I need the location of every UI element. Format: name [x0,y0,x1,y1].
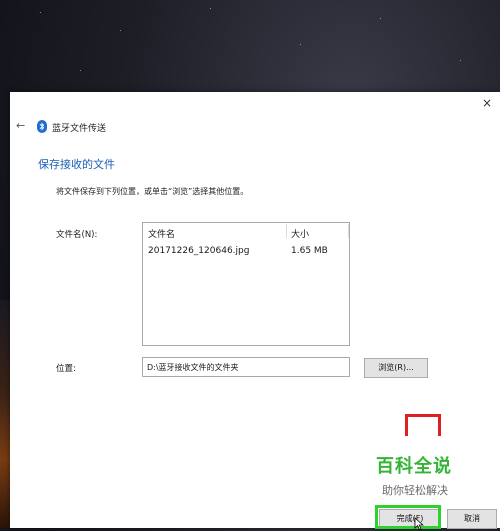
column-divider[interactable] [286,224,287,238]
list-header: 文件名 大小 [143,223,349,240]
location-label: 位置: [56,364,76,374]
file-name-label: 文件名(N): [56,230,98,240]
red-annotation-mark [405,414,441,436]
cancel-button[interactable]: 取消 [447,509,497,529]
mouse-pointer-icon [414,517,424,531]
star [80,70,81,71]
star [120,30,121,31]
watermark-subtitle: 助你轻松解决 [382,484,448,497]
browse-button[interactable]: 浏览(R)... [364,358,428,378]
file-row-name[interactable]: 20171226_120646.jpg [148,246,249,256]
star [40,12,41,13]
column-divider[interactable] [348,224,349,238]
file-row-size: 1.65 MB [291,246,328,256]
star [210,8,211,9]
watermark-title: 百科全说 [376,456,452,477]
page-heading: 保存接收的文件 [38,158,115,171]
instruction-text: 将文件保存到下列位置，或单击“浏览”选择其他位置。 [56,187,249,196]
location-input[interactable] [142,357,350,377]
column-header-name[interactable]: 文件名 [148,227,175,240]
close-icon[interactable]: × [480,96,494,110]
dialog-title: 蓝牙文件传送 [52,124,107,134]
file-list[interactable]: 文件名 大小 20171226_120646.jpg 1.65 MB [142,222,350,346]
star [300,44,301,45]
bluetooth-icon [37,120,47,133]
star [380,18,381,19]
bluetooth-transfer-dialog: × ← 蓝牙文件传送 保存接收的文件 将文件保存到下列位置，或单击“浏览”选择其… [10,92,500,531]
back-arrow-icon[interactable]: ← [16,119,25,132]
column-header-size[interactable]: 大小 [291,227,309,240]
finish-highlight-box [375,505,441,529]
star [460,60,461,61]
